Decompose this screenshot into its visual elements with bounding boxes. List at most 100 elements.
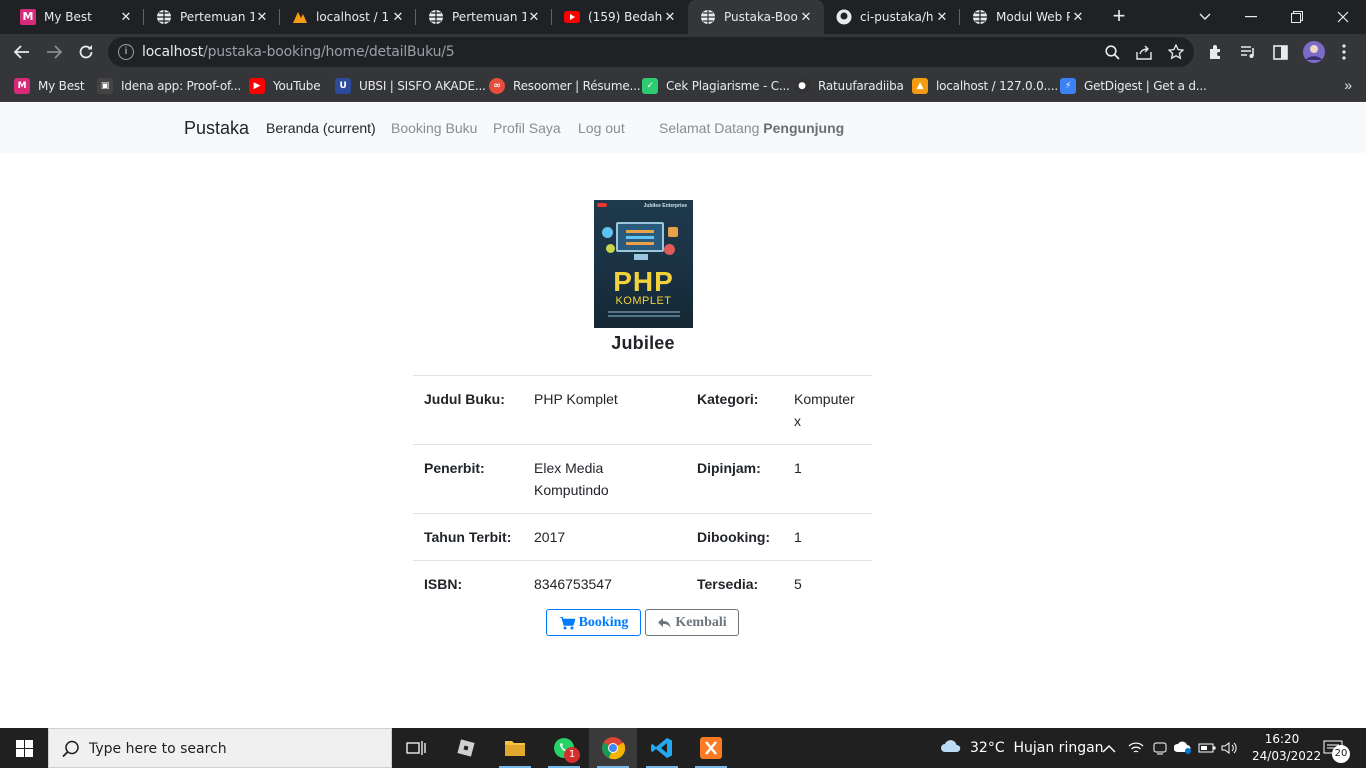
bookmarks-overflow-chevron-icon[interactable]: »	[1344, 77, 1352, 93]
wifi-icon[interactable]	[1128, 728, 1144, 768]
site-info-icon[interactable]: i	[118, 44, 134, 60]
chrome-menu-icon[interactable]	[1334, 42, 1354, 62]
back-button[interactable]: Kembali	[645, 609, 739, 636]
zoom-search-icon[interactable]	[1102, 42, 1122, 62]
chrome-icon[interactable]	[589, 728, 637, 768]
youtube-icon	[564, 9, 580, 25]
xampp-icon[interactable]	[687, 728, 735, 768]
minimize-icon[interactable]	[1228, 0, 1274, 34]
reload-icon[interactable]	[72, 38, 100, 66]
taskbar-search-input[interactable]: Type here to search	[48, 728, 392, 768]
profile-avatar[interactable]	[1302, 40, 1326, 64]
bookmark-label: My Best	[38, 79, 85, 93]
vscode-icon[interactable]	[638, 728, 686, 768]
onedrive-icon[interactable]	[1152, 728, 1168, 768]
tab-modul-web[interactable]: Modul Web P ✕	[960, 0, 1096, 34]
close-tab-icon[interactable]: ✕	[798, 9, 814, 25]
close-tab-icon[interactable]: ✕	[662, 9, 678, 25]
bookmark-ratuufaradiiba[interactable]: ● Ratuufaradiiba	[794, 76, 904, 96]
search-placeholder: Type here to search	[89, 741, 227, 757]
system-clock[interactable]: 16:20 24/03/2022	[1252, 731, 1322, 765]
tab-pertemuan-1-b[interactable]: Pertemuan 1 ✕	[416, 0, 552, 34]
side-panel-icon[interactable]	[1270, 42, 1290, 62]
idena-icon: ▣	[97, 78, 113, 94]
close-tab-icon[interactable]: ✕	[390, 9, 406, 25]
volume-icon[interactable]	[1221, 728, 1239, 768]
back-button-label: Kembali	[675, 614, 727, 630]
battery-icon[interactable]	[1198, 728, 1216, 768]
bookmark-resoomer[interactable]: ∞ Resoomer | Résume...	[489, 76, 641, 96]
github-icon: ●	[794, 78, 810, 94]
close-window-icon[interactable]	[1320, 0, 1366, 34]
tab-pustaka-booking[interactable]: Pustaka-Book ✕	[688, 0, 824, 34]
bookmark-getdigest[interactable]: ⚡ GetDigest | Get a d...	[1060, 76, 1207, 96]
cover-title: PHP	[613, 266, 674, 297]
bookmark-my-best[interactable]: M My Best	[14, 76, 85, 96]
cover-subtitle: KOMPLET	[615, 295, 672, 307]
cover-monitor-stand	[634, 254, 648, 260]
whatsapp-icon[interactable]: 1	[540, 728, 588, 768]
cover-decoration	[664, 244, 675, 255]
task-view-icon[interactable]	[392, 728, 440, 768]
tab-title: Pertemuan 1	[180, 10, 254, 24]
media-control-icon[interactable]	[1238, 42, 1258, 62]
network-status-icon[interactable]	[1174, 728, 1192, 768]
restore-icon[interactable]	[1274, 0, 1320, 34]
share-icon[interactable]	[1134, 42, 1154, 62]
show-hidden-icons-chevron-icon[interactable]	[1102, 728, 1116, 768]
tab-my-best[interactable]: M My Best ✕	[8, 0, 144, 34]
extensions-puzzle-icon[interactable]	[1206, 42, 1226, 62]
globe-icon	[428, 9, 444, 25]
cover-monitor-illustration	[616, 222, 664, 252]
windows-taskbar: Type here to search 1 32°C Hujan ringan	[0, 728, 1366, 768]
globe-icon	[156, 9, 172, 25]
field-label: Tahun Terbit:	[413, 513, 523, 561]
nav-log-out[interactable]: Log out	[578, 120, 625, 136]
close-tab-icon[interactable]: ✕	[526, 9, 542, 25]
booking-button[interactable]: Booking	[546, 609, 641, 636]
bookmark-youtube[interactable]: ▶ YouTube	[249, 76, 321, 96]
close-tab-icon[interactable]: ✕	[934, 9, 950, 25]
bookmark-localhost[interactable]: ▲ localhost / 127.0.0....	[912, 76, 1058, 96]
field-label: Kategori:	[686, 375, 783, 445]
nav-profil-saya[interactable]: Profil Saya	[493, 120, 561, 136]
close-tab-icon[interactable]: ✕	[254, 9, 270, 25]
close-tab-icon[interactable]: ✕	[118, 9, 134, 25]
welcome-user: Pengunjung	[763, 120, 845, 136]
bookmark-star-icon[interactable]	[1166, 42, 1186, 62]
bookmarks-bar: M My Best ▣ Idena app: Proof-of... ▶ You…	[0, 70, 1366, 102]
windows-start-icon[interactable]	[0, 728, 48, 768]
field-value: Komputer x	[783, 375, 872, 445]
nav-booking-buku[interactable]: Booking Buku	[391, 120, 477, 136]
forward-arrow-icon[interactable]	[40, 38, 68, 66]
tab-title: Modul Web P	[996, 10, 1070, 24]
site-brand[interactable]: Pustaka	[184, 118, 249, 139]
tab-search-chevron-icon[interactable]	[1182, 0, 1228, 34]
notification-badge: 1	[564, 747, 580, 763]
nav-beranda[interactable]: Beranda (current)	[266, 120, 376, 136]
table-row: Tahun Terbit: 2017 Dibooking: 1	[413, 513, 872, 561]
tab-localhost-phpmyadmin[interactable]: localhost / 12 ✕	[280, 0, 416, 34]
tab-pertemuan-1[interactable]: Pertemuan 1 ✕	[144, 0, 280, 34]
roblox-icon[interactable]	[442, 728, 490, 768]
tab-youtube[interactable]: (159) Bedah N ✕	[552, 0, 688, 34]
file-explorer-icon[interactable]	[491, 728, 539, 768]
new-tab-button[interactable]: +	[1107, 5, 1131, 29]
address-bar[interactable]: i localhost/pustaka-booking/home/detailB…	[108, 37, 1194, 67]
notification-center-icon[interactable]: 20	[1323, 728, 1350, 768]
field-label: Penerbit:	[413, 444, 523, 514]
bookmark-ubsi-sisfo[interactable]: U UBSI | SISFO AKADE...	[335, 76, 486, 96]
bookmark-idena[interactable]: ▣ Idena app: Proof-of...	[97, 76, 241, 96]
bookmark-label: UBSI | SISFO AKADE...	[359, 79, 486, 93]
tab-title: My Best	[44, 10, 92, 24]
shopping-cart-icon	[558, 616, 575, 630]
bookmark-cek-plagiarisme[interactable]: ✓ Cek Plagiarisme - C...	[642, 76, 790, 96]
field-label: ISBN:	[413, 560, 523, 607]
back-arrow-icon[interactable]	[8, 38, 36, 66]
book-author: Jubilee	[611, 333, 675, 353]
weather-widget[interactable]: 32°C Hujan ringan	[940, 728, 1104, 768]
clock-date: 24/03/2022	[1252, 749, 1322, 763]
close-tab-icon[interactable]: ✕	[1070, 9, 1086, 25]
tab-github[interactable]: ci-pustaka/he ✕	[824, 0, 960, 34]
notification-count-badge: 20	[1332, 745, 1350, 763]
